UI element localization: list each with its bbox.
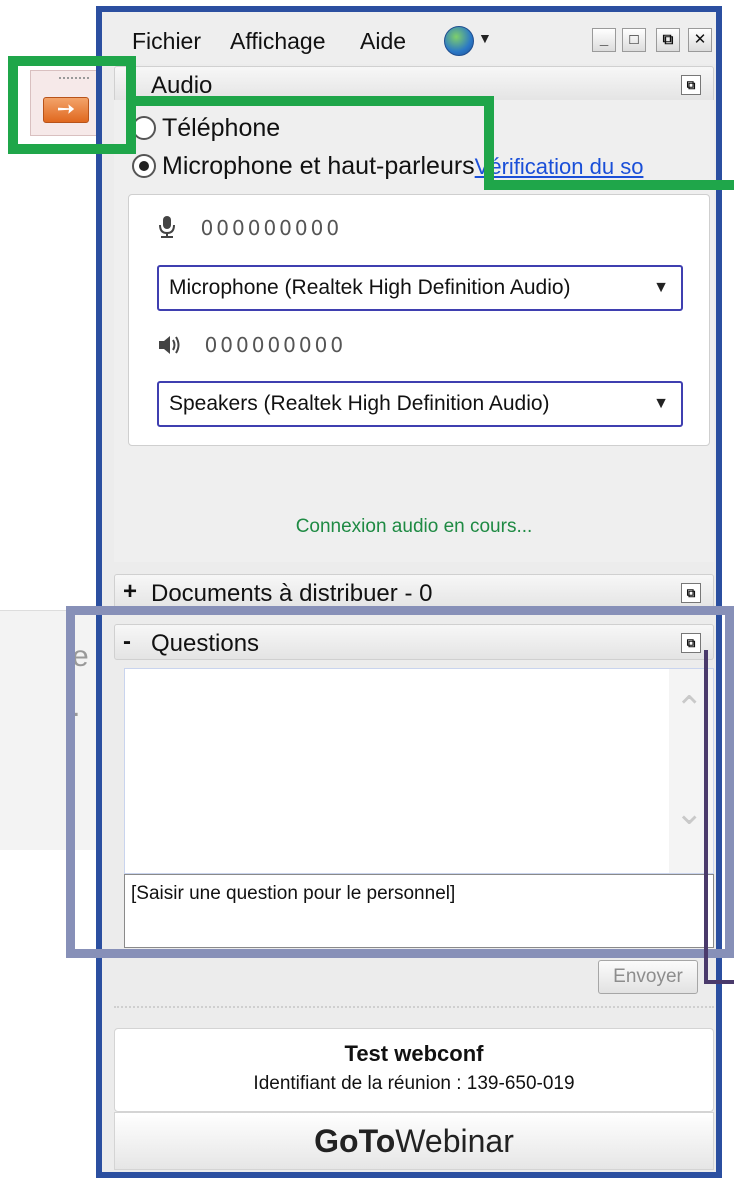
highlight-box-questions [66, 606, 734, 958]
microphone-icon [159, 216, 175, 238]
brand-bold: GoTo [314, 1123, 396, 1159]
audio-status: Connexion audio en cours... [295, 516, 533, 537]
phone-option[interactable]: Téléphone [132, 114, 280, 143]
highlight-box-launcher [8, 56, 136, 154]
divider [114, 1006, 714, 1014]
highlight-connector [484, 180, 734, 190]
highlight-connector [704, 650, 708, 984]
meeting-title: Test webconf [344, 1041, 484, 1066]
mic-device-select[interactable]: Microphone (Realtek High Definition Audi… [157, 265, 683, 311]
highlight-connector [484, 96, 494, 190]
speaker-device-value: Speakers (Realtek High Definition Audio) [169, 392, 550, 415]
speaker-icon [159, 336, 180, 354]
speaker-level-meter: 000000000 [204, 333, 347, 357]
handouts-section-title: Documents à distribuer - 0 [151, 580, 433, 607]
menu-affichage[interactable]: Affichage [230, 28, 325, 55]
caret-down-icon[interactable]: ▼ [478, 30, 492, 46]
popout-icon[interactable]: ⧉ [681, 75, 701, 95]
close-button[interactable]: ✕ [688, 28, 712, 52]
popout-icon[interactable]: ⧉ [681, 583, 701, 603]
sound-check-link[interactable]: Vérification du so [475, 154, 644, 179]
mic-device-value: Microphone (Realtek High Definition Audi… [169, 276, 571, 299]
meeting-info: Test webconf Identifiant de la réunion :… [114, 1028, 714, 1112]
gotowebinar-logo: GoToWebinar [114, 1112, 714, 1170]
menu-fichier[interactable]: Fichier [132, 28, 201, 55]
dropdown-caret-icon: ▼ [653, 395, 669, 412]
maximize-button[interactable]: □ [622, 28, 646, 52]
menu-aide[interactable]: Aide [360, 28, 406, 55]
send-button[interactable]: Envoyer [598, 960, 698, 994]
phone-option-label: Téléphone [162, 114, 281, 142]
mic-option-label: Microphone et haut-parleurs [162, 152, 475, 180]
background-page [0, 0, 100, 1181]
speaker-level-row: 000000000 [157, 333, 346, 358]
expand-icon[interactable]: + [123, 578, 137, 606]
mic-option[interactable]: Microphone et haut-parleursVérification … [132, 152, 643, 181]
mic-level-meter: 000000000 [200, 216, 343, 240]
brand-light: Webinar [395, 1123, 514, 1159]
mic-level-row: 000000000 [157, 215, 342, 241]
globe-icon[interactable] [444, 26, 474, 56]
mic-radio[interactable] [132, 154, 156, 178]
menu-bar: Fichier Affichage Aide ▼ _ □ ⧉ ✕ [102, 12, 716, 64]
handouts-section-header[interactable]: + Documents à distribuer - 0 ⧉ [114, 574, 714, 610]
meeting-id: Identifiant de la réunion : 139-650-019 [253, 1073, 575, 1094]
restore-button[interactable]: ⧉ [656, 28, 680, 52]
audio-devices-box: 000000000 Microphone (Realtek High Defin… [128, 194, 710, 446]
highlight-connector [704, 980, 734, 984]
highlight-connector [128, 96, 494, 106]
minimize-button[interactable]: _ [592, 28, 616, 52]
speaker-device-select[interactable]: Speakers (Realtek High Definition Audio)… [157, 381, 683, 427]
dropdown-caret-icon: ▼ [653, 279, 669, 296]
audio-section-body: Téléphone Microphone et haut-parleursVér… [114, 100, 714, 562]
